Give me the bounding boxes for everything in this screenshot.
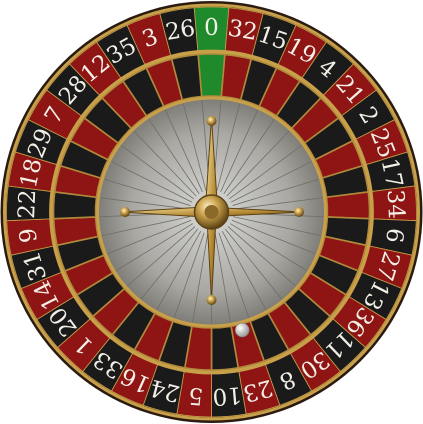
pocket [197,53,226,98]
number-label: 34 [382,189,409,219]
number-label: 5 [187,382,204,409]
roulette-ball [234,322,250,338]
number-label: 0 [204,15,219,41]
turret-hub-cap [204,205,219,219]
number-label: 26 [164,15,197,46]
turret-knob-top [206,116,217,126]
number-label: 10 [211,381,242,409]
number-label: 22 [14,189,41,219]
roulette-wheel: 0 321519421225173462713361130823105241633… [0,1,423,423]
number-label: 32 [226,15,259,46]
turret-knob-left [120,207,130,217]
roulette-image: 0 32 15 19 4 21 2 25 17 34 6 27 13 36 11 30 8 23 10 5 24 16 33… [0,0,423,424]
turret-knob-bottom [206,295,217,305]
pocket [325,191,371,220]
turret-knob-right [294,207,304,217]
